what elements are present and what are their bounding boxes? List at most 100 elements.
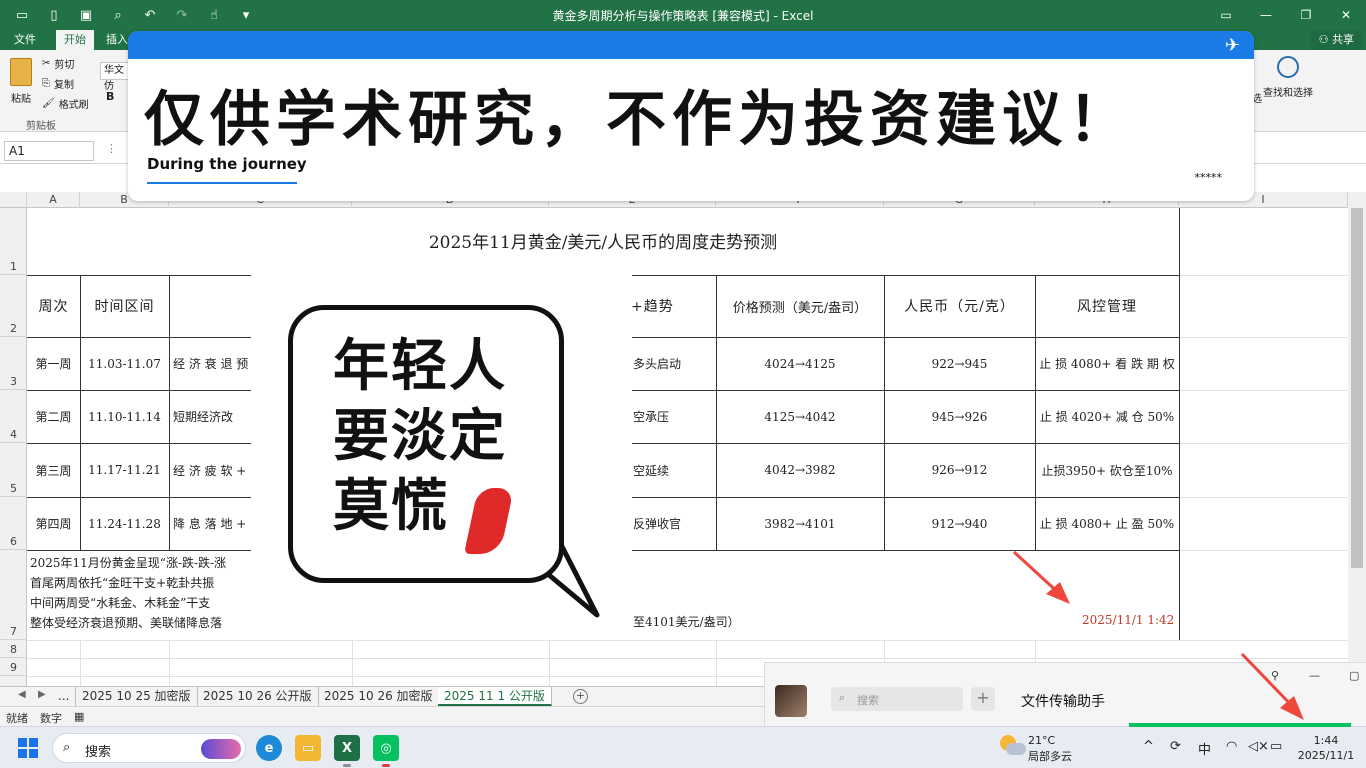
maximize-icon[interactable]: ▢ [1349, 669, 1359, 682]
excel-icon[interactable]: X [334, 735, 360, 767]
cell-risk[interactable]: 止 损 4080+ 看 跌 期 权 [1035, 337, 1179, 390]
macro-record-icon[interactable]: ▦ [74, 710, 84, 723]
header-price: 价格预测（美元/盎司） [732, 300, 868, 316]
select-all-corner[interactable] [0, 192, 27, 208]
tab-home[interactable]: 开始 [56, 30, 94, 50]
chevron-up-icon[interactable]: ^ [1143, 739, 1154, 754]
paste-label: 粘贴 [11, 94, 31, 105]
row-header[interactable]: 8 [0, 640, 27, 658]
cell-rmb[interactable]: 945→926 [884, 390, 1035, 443]
windows-start-icon[interactable] [18, 738, 38, 758]
row-header[interactable]: 4 [0, 390, 27, 443]
cell-trend[interactable]: 反弹收官 [629, 497, 716, 550]
cell-period[interactable]: 11.24-11.28 [80, 497, 169, 550]
volume-muted-icon[interactable]: ◁× [1248, 739, 1269, 754]
vertical-scrollbar[interactable] [1348, 192, 1366, 686]
next-sheet-icon[interactable]: ▶ [38, 689, 46, 700]
cell-trend[interactable]: 多头启动 [629, 337, 716, 390]
restore-icon[interactable]: ❐ [1286, 0, 1326, 30]
cell-period[interactable]: 11.03-11.07 [80, 337, 169, 390]
add-sheet-icon[interactable]: + [573, 689, 588, 704]
gridline [1179, 390, 1348, 391]
banner-underline [147, 182, 297, 184]
cell-week[interactable]: 第一周 [27, 337, 80, 390]
taskbar-search[interactable]: ⌕ 搜索 [52, 733, 246, 763]
paste-button[interactable]: 粘贴 [8, 58, 34, 105]
sheet-tab-active[interactable]: 2025 11 1 公开版 [438, 687, 552, 706]
cell-rmb[interactable]: 926→912 [884, 443, 1035, 497]
ime-indicator[interactable]: 中 [1198, 739, 1211, 758]
wifi-icon[interactable]: ◠ [1226, 739, 1237, 754]
system-clock[interactable]: 1:44 2025/11/1 [1296, 733, 1356, 763]
row-header[interactable]: 5 [0, 443, 27, 497]
wechat-icon[interactable]: ◎ [373, 735, 399, 767]
cell-price[interactable]: 4024→4125 [716, 337, 884, 390]
header-risk: 风控管理 [1077, 299, 1137, 315]
file-explorer-icon[interactable]: ▭ [295, 735, 321, 761]
cell-price[interactable]: 4125→4042 [716, 390, 884, 443]
cell-risk[interactable]: 止 损 4080+ 止 盈 50% [1035, 497, 1179, 550]
header-rmb: 人民币（元/克） [904, 299, 1015, 315]
add-chat-icon[interactable]: + [971, 687, 995, 711]
gridline [1179, 550, 1348, 551]
row-header[interactable]: 1 [0, 208, 27, 275]
wechat-search[interactable]: ⌕ 搜索 [831, 687, 963, 711]
cell-risk[interactable]: 止 损 4020+ 减 仓 50% [1035, 390, 1179, 443]
timestamp-cell: 2025/11/1 1:42 [1082, 613, 1175, 627]
tab-file[interactable]: 文件 [6, 30, 44, 50]
scroll-thumb[interactable] [1351, 208, 1363, 568]
header-trend: +趋势 [631, 299, 674, 315]
bubble-line: 年轻人 [333, 333, 507, 399]
row-header[interactable]: 2 [0, 275, 27, 337]
minimize-icon[interactable]: — [1246, 0, 1286, 30]
gridline [1179, 443, 1348, 444]
cell-price[interactable]: 4042→3982 [716, 443, 884, 497]
row-header[interactable]: 7 [0, 550, 27, 640]
share-button[interactable]: ⚇ 共享 [1310, 30, 1362, 50]
cell-week[interactable]: 第四周 [27, 497, 80, 550]
chat-title: 文件传输助手 [1021, 694, 1105, 710]
gridline [1179, 337, 1348, 338]
red-arrow-icon [1240, 652, 1304, 720]
sync-icon[interactable]: ⟳ [1170, 739, 1181, 754]
find-select-button[interactable]: 查找和选择 [1248, 56, 1328, 99]
avatar[interactable] [775, 685, 807, 717]
sheet-tab[interactable]: 2025 10 26 加密版 [318, 687, 440, 706]
sheet-tab[interactable]: 2025 10 25 加密版 [76, 687, 198, 706]
cell-trend[interactable]: 空延续 [629, 443, 716, 497]
cell-period[interactable]: 11.10-11.14 [80, 390, 169, 443]
cut-button[interactable]: ✂ 剪切 [42, 56, 74, 71]
cell-trend[interactable]: 空承压 [629, 390, 716, 443]
close-icon[interactable]: ✕ [1326, 0, 1366, 30]
format-painter-button[interactable]: 🖌 格式刷 [42, 96, 89, 111]
column-header[interactable]: A [27, 192, 80, 208]
weather-icon[interactable] [1000, 735, 1026, 757]
cell-week[interactable]: 第二周 [27, 390, 80, 443]
battery-icon[interactable]: ▭ [1270, 739, 1282, 754]
wechat-search-placeholder: 搜索 [857, 694, 879, 707]
copy-button[interactable]: ⎘ 复制 [42, 76, 74, 91]
cell-period[interactable]: 11.17-11.21 [80, 443, 169, 497]
prev-sheet-icon[interactable]: ◀ [18, 689, 26, 700]
sheet-tab[interactable]: 2025 10 26 公开版 [197, 687, 319, 706]
sheet-title: 2025年11月黄金/美元/人民币的周度走势预测 [428, 233, 778, 253]
edge-icon[interactable]: e [256, 735, 282, 761]
copy-icon: ⎘ [42, 78, 50, 89]
minimize-icon[interactable]: — [1309, 669, 1320, 682]
row-header[interactable]: 6 [0, 497, 27, 550]
name-box[interactable]: A1 [4, 141, 94, 161]
summary-line: 整体受经济衰退预期、美联储降息落 [30, 616, 223, 630]
cell-rmb[interactable]: 912→940 [884, 497, 1035, 550]
ribbon-display-icon[interactable]: ▭ [1206, 0, 1246, 30]
status-ready: 就绪 [6, 712, 28, 725]
cell-risk[interactable]: 止损3950+ 砍仓至10% [1035, 443, 1179, 497]
cell-rmb[interactable]: 922→945 [884, 337, 1035, 390]
taskbar-search-label: 搜索 [85, 745, 112, 760]
worksheet[interactable]: 2025年11月黄金/美元/人民币的周度走势预测 周次 时间区间 宏观 +趋势 … [27, 208, 1348, 686]
cell-week[interactable]: 第三周 [27, 443, 80, 497]
sheet-tab-more[interactable]: ... [52, 687, 77, 706]
row-header[interactable]: 9 [0, 658, 27, 676]
cell-price[interactable]: 3982→4101 [716, 497, 884, 550]
bold-button[interactable]: B [106, 90, 114, 103]
row-header[interactable]: 3 [0, 337, 27, 390]
